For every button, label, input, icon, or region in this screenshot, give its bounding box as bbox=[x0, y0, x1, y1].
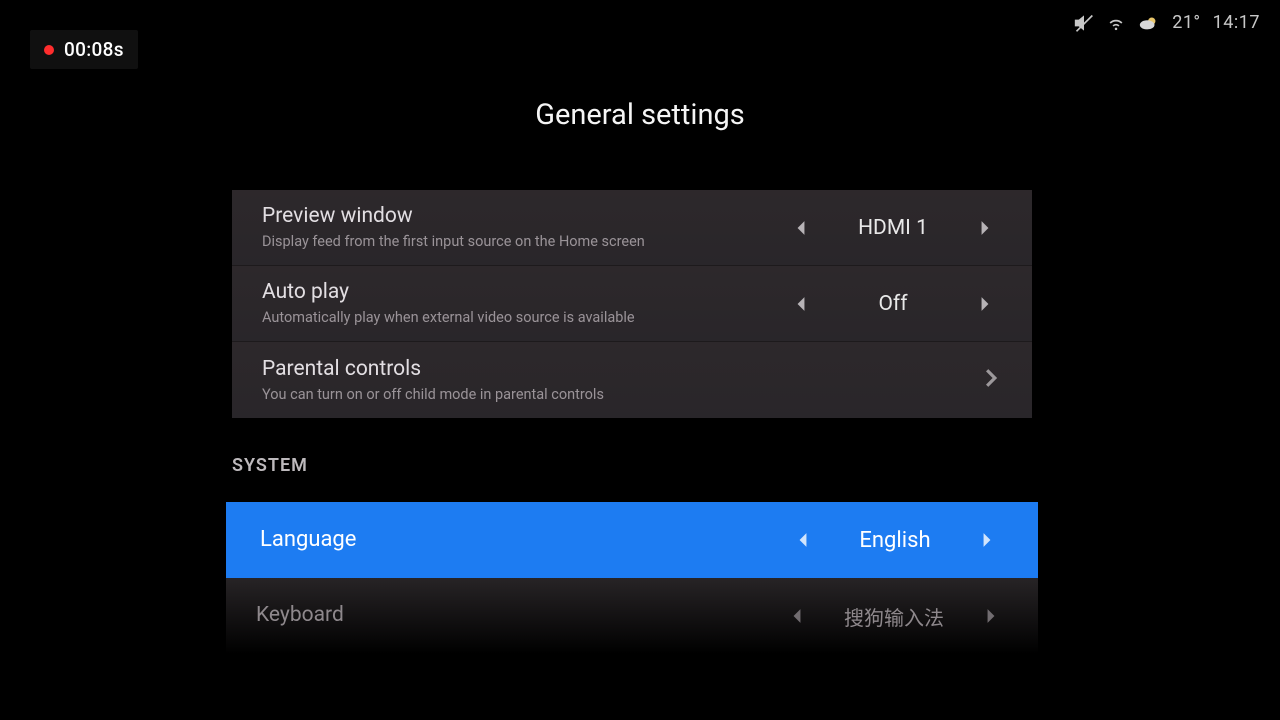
recording-indicator: 00:08s bbox=[30, 30, 138, 69]
weather-icon bbox=[1138, 13, 1160, 33]
system-settings-panel: Language English Keyboard 搜狗输入法 bbox=[226, 502, 1038, 654]
row-auto-play[interactable]: Auto play Automatically play when extern… bbox=[232, 266, 1032, 342]
row-autoplay-subtitle: Automatically play when external video s… bbox=[262, 309, 784, 326]
general-settings-panel: Preview window Display feed from the fir… bbox=[232, 190, 1032, 418]
wifi-icon bbox=[1106, 13, 1126, 33]
row-preview-window[interactable]: Preview window Display feed from the fir… bbox=[232, 190, 1032, 266]
chevron-left-icon[interactable] bbox=[784, 296, 818, 312]
chevron-left-icon[interactable] bbox=[780, 608, 814, 624]
row-preview-subtitle: Display feed from the first input source… bbox=[262, 233, 784, 250]
row-keyboard[interactable]: Keyboard 搜狗输入法 bbox=[226, 578, 1038, 654]
status-bar: 21° 14:17 bbox=[1074, 12, 1260, 33]
recording-elapsed: 00:08s bbox=[64, 38, 124, 61]
row-preview-text: Preview window Display feed from the fir… bbox=[262, 204, 784, 251]
row-language-title: Language bbox=[260, 527, 786, 553]
row-autoplay-value: Off bbox=[818, 292, 968, 316]
row-parental-title: Parental controls bbox=[262, 357, 984, 382]
chevron-right-icon[interactable] bbox=[968, 220, 1002, 236]
chevron-left-icon[interactable] bbox=[784, 220, 818, 236]
row-language-value: English bbox=[820, 528, 970, 553]
row-keyboard-text: Keyboard bbox=[256, 603, 780, 628]
row-language-text: Language bbox=[260, 527, 786, 553]
section-header-system: SYSTEM bbox=[232, 455, 1032, 476]
row-preview-value: HDMI 1 bbox=[818, 216, 968, 240]
row-parental-controls[interactable]: Parental controls You can turn on or off… bbox=[232, 342, 1032, 418]
status-temperature: 21° bbox=[1172, 12, 1200, 33]
row-autoplay-title: Auto play bbox=[262, 280, 784, 305]
mute-icon bbox=[1074, 13, 1094, 33]
page-title: General settings bbox=[0, 98, 1280, 132]
chevron-right-icon[interactable] bbox=[970, 532, 1004, 548]
row-parental-subtitle: You can turn on or off child mode in par… bbox=[262, 386, 984, 403]
status-clock: 14:17 bbox=[1213, 12, 1260, 33]
row-autoplay-text: Auto play Automatically play when extern… bbox=[262, 280, 784, 327]
chevron-right-icon bbox=[984, 369, 1002, 391]
chevron-left-icon[interactable] bbox=[786, 532, 820, 548]
chevron-right-icon[interactable] bbox=[974, 608, 1008, 624]
record-dot-icon bbox=[44, 45, 54, 55]
row-keyboard-value: 搜狗输入法 bbox=[814, 602, 974, 631]
chevron-right-icon[interactable] bbox=[968, 296, 1002, 312]
row-language[interactable]: Language English bbox=[226, 502, 1038, 578]
row-preview-title: Preview window bbox=[262, 204, 784, 229]
row-keyboard-title: Keyboard bbox=[256, 603, 780, 628]
row-parental-text: Parental controls You can turn on or off… bbox=[262, 357, 984, 404]
